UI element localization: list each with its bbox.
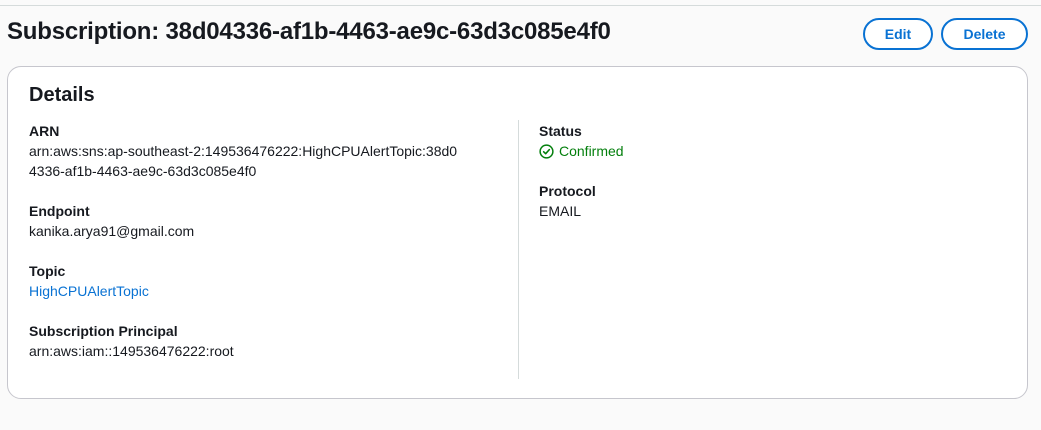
- page-header: Subscription: 38d04336-af1b-4463-ae9c-63…: [7, 16, 1028, 52]
- subscription-principal-value: arn:aws:iam::149536476222:root: [29, 343, 234, 359]
- delete-button[interactable]: Delete: [941, 18, 1028, 50]
- endpoint-value: kanika.arya91@gmail.com: [29, 223, 195, 239]
- column-divider: [518, 120, 519, 379]
- endpoint-label: Endpoint: [29, 203, 90, 219]
- topic-label: Topic: [29, 263, 66, 279]
- arn-value: arn:aws:sns:ap-southeast-2:149536476222:…: [29, 143, 458, 179]
- subscription-principal-field: Subscription Principal arn:aws:iam::1495…: [29, 321, 509, 361]
- protocol-label: Protocol: [539, 183, 596, 199]
- details-right-column: Status Confirmed Protocol EMAIL: [539, 121, 999, 241]
- top-divider: [0, 5, 1041, 6]
- status-indicator: Confirmed: [539, 141, 999, 161]
- edit-button[interactable]: Edit: [863, 18, 933, 50]
- page-title: Subscription: 38d04336-af1b-4463-ae9c-63…: [7, 18, 611, 45]
- details-panel: Details ARN arn:aws:sns:ap-southeast-2:1…: [7, 66, 1028, 399]
- protocol-value: EMAIL: [539, 203, 582, 219]
- endpoint-field: Endpoint kanika.arya91@gmail.com: [29, 201, 509, 241]
- topic-link[interactable]: HighCPUAlertTopic: [29, 281, 509, 301]
- arn-label: ARN: [29, 123, 60, 139]
- arn-field: ARN arn:aws:sns:ap-southeast-2:149536476…: [29, 121, 509, 181]
- check-circle-icon: [539, 143, 554, 159]
- details-heading: Details: [29, 84, 95, 106]
- topic-field: Topic HighCPUAlertTopic: [29, 261, 509, 301]
- status-value: Confirmed: [559, 143, 624, 159]
- page: Subscription: 38d04336-af1b-4463-ae9c-63…: [0, 0, 1041, 430]
- header-actions: Edit Delete: [863, 18, 1028, 50]
- status-label: Status: [539, 123, 582, 139]
- protocol-field: Protocol EMAIL: [539, 181, 999, 221]
- subscription-principal-label: Subscription Principal: [29, 323, 178, 339]
- status-field: Status Confirmed: [539, 121, 999, 161]
- details-left-column: ARN arn:aws:sns:ap-southeast-2:149536476…: [29, 121, 509, 381]
